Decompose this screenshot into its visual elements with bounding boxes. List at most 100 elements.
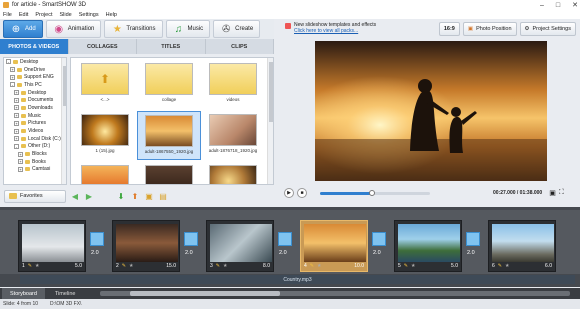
file-item[interactable]: collage <box>137 60 201 109</box>
tree-item[interactable]: + Desktop <box>4 89 66 97</box>
tree-item[interactable]: + Local Disk (C:) <box>4 135 66 143</box>
expand-icon[interactable]: + <box>14 136 19 142</box>
transition-duration[interactable]: 2.0 <box>467 250 475 256</box>
transition-icon[interactable] <box>90 232 104 246</box>
storyboard-slide[interactable]: 2 ✎ ★ 15.0 <box>112 220 180 272</box>
transition-duration[interactable]: 2.0 <box>91 250 99 256</box>
play-button[interactable]: ▶ <box>284 188 294 198</box>
music-button[interactable]: ♫ Music <box>165 20 211 38</box>
tree-item[interactable]: - Other (D:) <box>4 143 66 151</box>
file-item[interactable]: 1 (15).jpg <box>73 111 137 160</box>
tab-timeline[interactable]: Timeline <box>47 288 84 299</box>
tree-item[interactable]: + Blocks <box>4 150 66 158</box>
aspect-ratio-button[interactable]: 16:9 <box>438 22 460 36</box>
edit-icon[interactable]: ✎ <box>122 263 126 269</box>
transitions-button[interactable]: ★ Transitions <box>104 20 163 38</box>
expand-icon[interactable]: + <box>10 74 15 80</box>
storyboard-slide[interactable]: 1 ✎ ★ 5.0 <box>18 220 86 272</box>
storyboard-scrollbar[interactable] <box>100 291 570 296</box>
audio-track[interactable]: Country.mp3 <box>20 275 575 284</box>
edit-icon[interactable]: ✎ <box>310 263 314 269</box>
star-icon[interactable]: ★ <box>411 263 415 269</box>
star-icon[interactable]: ★ <box>35 263 39 269</box>
expand-icon[interactable]: + <box>14 120 19 126</box>
tree-item[interactable]: - Desktop <box>4 58 66 66</box>
tree-item[interactable]: + Support ENG <box>4 73 66 81</box>
star-icon[interactable]: ★ <box>317 263 321 269</box>
promo-link[interactable]: Click here to view all packs... <box>294 28 358 34</box>
edit-icon[interactable]: ✎ <box>216 263 220 269</box>
close-button[interactable]: ✕ <box>572 1 578 9</box>
file-item[interactable] <box>137 162 201 184</box>
file-item[interactable] <box>201 162 265 184</box>
star-icon[interactable]: ★ <box>505 263 509 269</box>
transition-icon[interactable] <box>184 232 198 246</box>
slide-duration[interactable]: 6.0 <box>545 263 552 269</box>
slide-duration[interactable]: 8.0 <box>263 263 270 269</box>
transition-icon[interactable] <box>466 232 480 246</box>
snapshot-icon[interactable]: ▣ <box>549 189 556 197</box>
star-icon[interactable]: ★ <box>129 263 133 269</box>
tree-item[interactable]: + Music <box>4 112 66 120</box>
edit-icon[interactable]: ✎ <box>404 263 408 269</box>
project-settings-button[interactable]: ⚙ Project Settings <box>519 22 576 36</box>
file-item[interactable]: adult-1867550_1920.jpg <box>137 111 201 160</box>
storyboard-slide[interactable]: 6 ✎ ★ 6.0 <box>488 220 556 272</box>
forward-icon[interactable]: ▶ <box>84 191 94 201</box>
back-icon[interactable]: ◀ <box>70 191 80 201</box>
menu-project[interactable]: Project <box>35 12 52 18</box>
tree-item[interactable]: + Downloads <box>4 104 66 112</box>
expand-icon[interactable]: + <box>14 90 19 96</box>
expand-icon[interactable]: - <box>14 143 19 149</box>
up-arrow-icon[interactable]: ⬆ <box>130 191 140 201</box>
storyboard-slide[interactable]: 4 ✎ ★ 10.0 <box>300 220 368 272</box>
stop-button[interactable]: ■ <box>297 188 307 198</box>
seek-knob[interactable] <box>368 189 375 196</box>
seek-bar[interactable] <box>320 189 430 196</box>
maximize-button[interactable]: □ <box>556 2 560 9</box>
tree-item[interactable]: + Videos <box>4 127 66 135</box>
down-arrow-icon[interactable]: ⬇ <box>116 191 126 201</box>
storyboard-slide[interactable]: 5 ✎ ★ 5.0 <box>394 220 462 272</box>
expand-icon[interactable]: + <box>14 128 19 134</box>
expand-icon[interactable]: + <box>14 97 19 103</box>
tree-item[interactable]: + Camtasi <box>4 166 66 174</box>
file-item[interactable]: videos <box>201 60 265 109</box>
expand-icon[interactable]: + <box>18 159 23 165</box>
expand-icon[interactable]: + <box>18 166 23 172</box>
menu-edit[interactable]: Edit <box>19 12 28 18</box>
folder-up-icon[interactable]: ▣ <box>144 191 154 201</box>
menu-slide[interactable]: Slide <box>59 12 71 18</box>
tab-titles[interactable]: TITLES <box>137 39 206 54</box>
add-button[interactable]: ⊕ Add <box>3 20 43 38</box>
transition-duration[interactable]: 2.0 <box>185 250 193 256</box>
animation-button[interactable]: ◉ Animation <box>45 20 102 38</box>
transition-duration[interactable]: 2.0 <box>279 250 287 256</box>
edit-icon[interactable]: ✎ <box>28 263 32 269</box>
fullscreen-icon[interactable]: ⛶ <box>559 189 564 197</box>
favorites-button[interactable]: Favorites <box>4 189 66 203</box>
tree-item[interactable]: + Pictures <box>4 120 66 128</box>
slide-duration[interactable]: 10.0 <box>354 263 364 269</box>
slide-duration[interactable]: 15.0 <box>166 263 176 269</box>
transition-duration[interactable]: 2.0 <box>373 250 381 256</box>
expand-icon[interactable]: + <box>10 67 15 73</box>
tab-clips[interactable]: CLIPS <box>206 39 274 54</box>
expand-icon[interactable]: + <box>18 151 23 157</box>
tab-photos-videos[interactable]: PHOTOS & VIDEOS <box>0 39 69 54</box>
expand-icon[interactable]: + <box>14 113 19 119</box>
menu-help[interactable]: Help <box>106 12 117 18</box>
storyboard-slide[interactable]: 3 ✎ ★ 8.0 <box>206 220 274 272</box>
slide-duration[interactable]: 5.0 <box>75 263 82 269</box>
transition-icon[interactable] <box>372 232 386 246</box>
file-item[interactable] <box>73 162 137 184</box>
tree-item[interactable]: - This PC <box>4 81 66 89</box>
menu-settings[interactable]: Settings <box>79 12 99 18</box>
menu-file[interactable]: File <box>3 12 12 18</box>
expand-icon[interactable]: - <box>10 82 15 88</box>
tab-collages[interactable]: COLLAGES <box>69 39 137 54</box>
expand-icon[interactable]: - <box>6 59 11 65</box>
tree-item[interactable]: + Documents <box>4 96 66 104</box>
star-icon[interactable]: ★ <box>223 263 227 269</box>
edit-icon[interactable]: ✎ <box>498 263 502 269</box>
